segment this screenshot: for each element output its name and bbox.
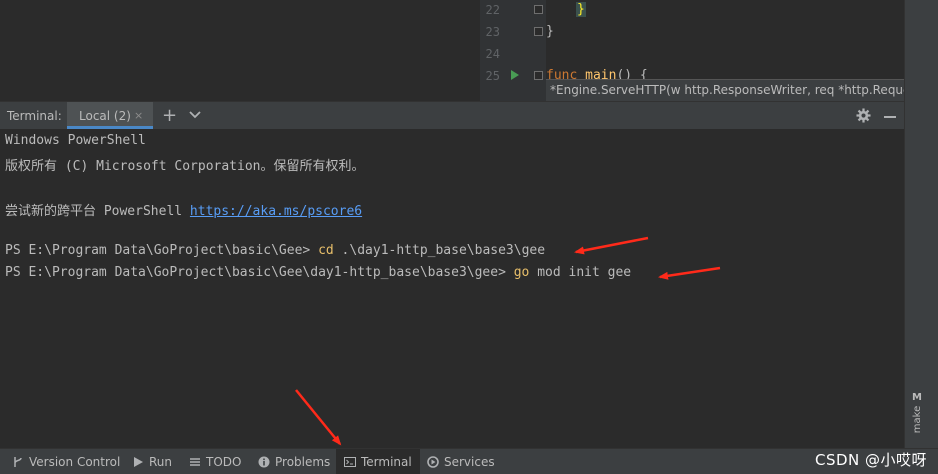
pscore-link[interactable]: https://aka.ms/pscore6 <box>190 204 362 219</box>
branch-icon <box>14 456 22 467</box>
tab-label: Local (2) <box>79 109 131 123</box>
tab-local-2[interactable]: Local (2) × <box>67 102 153 129</box>
terminal-line: 尝试新的跨平台 PowerShell https://aka.ms/pscore… <box>5 200 362 219</box>
code-line-22[interactable]: } <box>576 2 586 17</box>
command-args: mod init gee <box>529 265 632 280</box>
list-icon <box>190 457 200 466</box>
bottom-toolbar: Version Control Run TODO Problems Termin… <box>0 448 938 474</box>
gear-icon[interactable] <box>856 108 871 123</box>
terminal-line: Windows PowerShell <box>5 133 146 148</box>
chevron-down-icon[interactable] <box>188 108 202 122</box>
terminal-line: PS E:\Program Data\GoProject\basic\Gee> … <box>5 243 545 258</box>
minimize-icon[interactable] <box>884 116 896 118</box>
tool-label: Run <box>149 454 173 469</box>
fold-marker-icon[interactable] <box>534 71 543 80</box>
command: go <box>513 265 530 280</box>
parameter-hint-tooltip: *Engine.ServeHTTP(w http.ResponseWriter,… <box>546 79 904 101</box>
terminal-header: Terminal: Local (2) × + <box>0 101 904 129</box>
add-tab-icon[interactable]: + <box>162 105 177 126</box>
code-line-23[interactable]: } <box>546 24 554 39</box>
tool-problems[interactable]: Problems <box>258 449 330 474</box>
make-icon: M <box>912 392 922 403</box>
prompt: PS E:\Program Data\GoProject\basic\Gee> <box>5 243 319 258</box>
info-icon <box>258 456 270 467</box>
prompt: PS E:\Program Data\GoProject\basic\Gee\d… <box>5 265 514 280</box>
terminal-icon <box>344 456 356 467</box>
make-label: make <box>912 405 924 434</box>
close-icon[interactable]: × <box>134 109 143 122</box>
line-number: 24 <box>485 47 500 61</box>
fold-marker-icon[interactable] <box>534 5 543 14</box>
line-number: 22 <box>485 3 500 17</box>
tool-terminal[interactable]: Terminal <box>336 449 420 474</box>
terminal-text: 尝试新的跨平台 PowerShell <box>5 204 190 219</box>
tool-label: TODO <box>206 454 242 469</box>
tool-version-control[interactable]: Version Control <box>12 449 120 474</box>
tool-label: Version Control <box>29 454 121 469</box>
terminal-output[interactable]: Windows PowerShell 版权所有 (C) Microsoft Co… <box>0 129 904 448</box>
run-gutter-icon[interactable] <box>511 70 519 80</box>
watermark: CSDN @小哎呀 <box>815 451 928 469</box>
tool-run[interactable]: Run <box>132 449 172 474</box>
tool-services[interactable]: Services <box>427 449 495 474</box>
terminal-line: 版权所有 (C) Microsoft Corporation。保留所有权利。 <box>5 159 365 174</box>
tool-todo[interactable]: TODO <box>189 449 241 474</box>
command: cd <box>318 243 334 258</box>
tool-label: Terminal <box>361 454 412 469</box>
line-number: 25 <box>485 69 500 83</box>
fold-marker-icon[interactable] <box>534 27 543 36</box>
tool-label: Problems <box>275 454 331 469</box>
services-icon <box>427 455 439 468</box>
play-icon <box>134 456 143 467</box>
command-args: .\day1-http_base\base3\gee <box>333 243 546 258</box>
terminal-line: PS E:\Program Data\GoProject\basic\Gee\d… <box>5 265 631 280</box>
line-number: 23 <box>485 25 500 39</box>
terminal-title: Terminal: <box>7 109 62 123</box>
editor-area[interactable]: 22 23 24 25 } } func main() { *Engine.Se… <box>0 0 904 101</box>
tool-label: Services <box>444 454 495 469</box>
